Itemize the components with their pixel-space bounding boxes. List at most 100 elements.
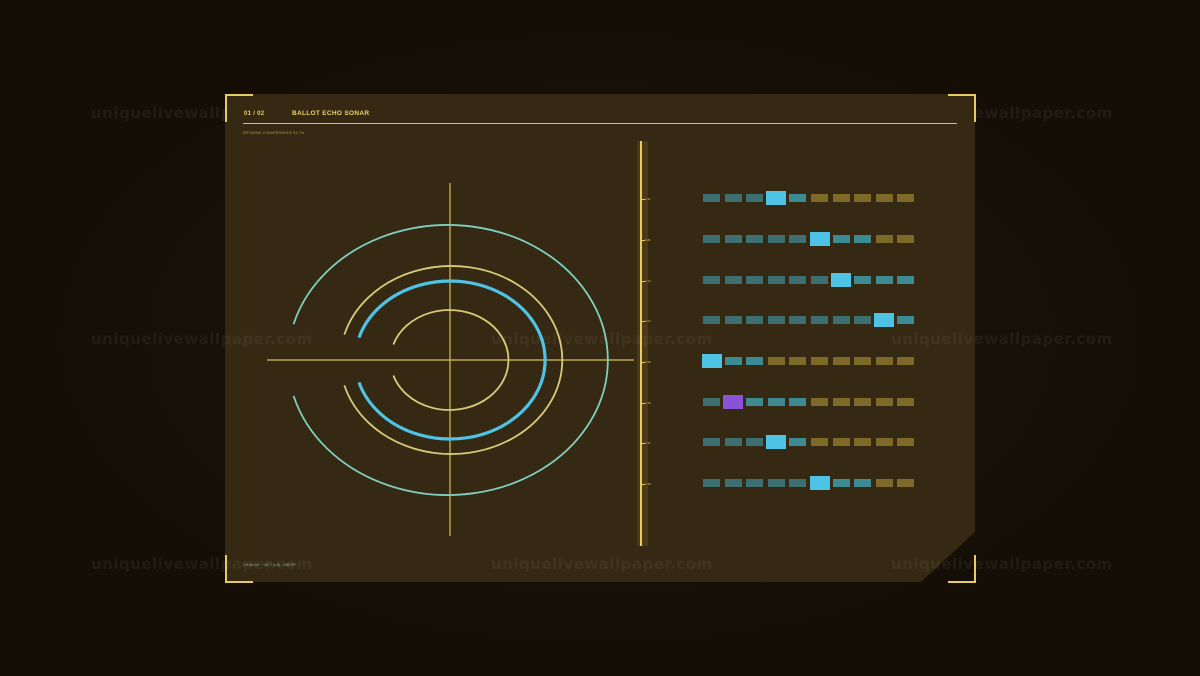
corner-bracket-bottom-left [225, 555, 253, 583]
echo-cell [789, 316, 807, 324]
echo-cell [789, 235, 807, 243]
echo-cell [875, 357, 893, 365]
echo-cell [811, 398, 828, 406]
echo-cell [746, 316, 764, 324]
scale-tick: 0.55 [642, 359, 654, 367]
scale-tick: 0.28 [642, 481, 654, 489]
echo-cell-active [874, 313, 895, 327]
echo-cell [832, 438, 850, 446]
echo-cell [746, 276, 764, 284]
echo-cell [724, 438, 742, 446]
echo-cell [767, 235, 785, 243]
scale-tick: 0.37 [642, 440, 654, 448]
echo-cell-active [766, 191, 787, 205]
scale-tick: 0.64 [642, 318, 654, 326]
echo-cell [854, 316, 872, 324]
corner-bracket-top-left [225, 94, 253, 122]
echo-cell [854, 235, 872, 243]
corner-bracket-top-right [948, 94, 976, 122]
echo-cell [897, 479, 915, 487]
echo-cell [832, 235, 850, 243]
echo-cell [897, 438, 915, 446]
echo-cell [767, 276, 785, 284]
footer-label: CHAN-04 · TACTICAL SWEEP [243, 563, 296, 567]
header-divider [243, 123, 957, 124]
scale-tick: 0.91 [642, 196, 654, 204]
echo-cell [703, 438, 720, 446]
corner-bracket-bottom-right [948, 555, 976, 583]
echo-cell [854, 438, 872, 446]
echo-cell [746, 235, 764, 243]
echo-cell [703, 398, 720, 406]
echo-bar-row [700, 232, 920, 246]
echo-cell-active [701, 354, 722, 368]
echo-cell [703, 276, 720, 284]
echo-bar-row [700, 273, 920, 287]
echo-cell-active [809, 476, 830, 490]
echo-bar-row [700, 313, 920, 327]
echo-bar-row [700, 395, 920, 409]
echo-cell [832, 479, 850, 487]
echo-cell [724, 316, 742, 324]
echo-cell [789, 276, 807, 284]
echo-cell-active [766, 435, 787, 449]
echo-cell [811, 438, 828, 446]
echo-cell [767, 479, 785, 487]
echo-cell [854, 194, 872, 202]
echo-cell [811, 276, 828, 284]
echo-cell-active [723, 395, 744, 409]
echo-cell [854, 398, 872, 406]
scale-tick-label: 0.37 [645, 441, 651, 445]
sonar-screen: uniquelivewallpaper.com uniquelivewallpa… [0, 0, 1200, 676]
panel-index: 01 / 02 [244, 111, 265, 117]
echo-cell [767, 316, 785, 324]
echo-cell [832, 357, 850, 365]
echo-cell [703, 194, 720, 202]
scale-tick: 0.82 [642, 237, 654, 245]
echo-bar-grid [700, 190, 920, 500]
echo-bar-row [700, 191, 920, 205]
echo-cell [746, 398, 764, 406]
scale-tick-label: 0.73 [645, 279, 651, 283]
scale-tick-label: 0.46 [645, 401, 651, 405]
echo-bar-row [700, 354, 920, 368]
echo-cell [897, 276, 915, 284]
echo-cell [767, 398, 785, 406]
echo-cell [746, 357, 764, 365]
echo-bar-row [700, 476, 920, 490]
echo-cell [897, 357, 915, 365]
echo-cell [897, 194, 915, 202]
echo-cell [897, 235, 915, 243]
echo-cell [789, 194, 807, 202]
scale-tick: 0.46 [642, 400, 654, 408]
echo-cell [789, 479, 807, 487]
scale-tick-label: 0.91 [645, 197, 651, 201]
panel-title: BALLOT ECHO SONAR [292, 110, 370, 117]
echo-cell [854, 276, 872, 284]
echo-cell [724, 194, 742, 202]
echo-cell [832, 316, 850, 324]
echo-cell [724, 276, 742, 284]
echo-cell [789, 438, 807, 446]
echo-cell [875, 276, 893, 284]
echo-cell [724, 357, 742, 365]
scale-tick-label: 0.55 [645, 360, 651, 364]
echo-cell [897, 398, 915, 406]
echo-cell [875, 398, 893, 406]
echo-cell-active [809, 232, 830, 246]
echo-cell [875, 479, 893, 487]
echo-cell [811, 357, 828, 365]
echo-cell [703, 235, 720, 243]
echo-cell [746, 438, 764, 446]
echo-cell [854, 479, 872, 487]
echo-cell [746, 479, 764, 487]
echo-cell [746, 194, 764, 202]
scale-tick: 0.73 [642, 278, 654, 286]
echo-cell [789, 357, 807, 365]
scale-tick-label: 0.82 [645, 238, 651, 242]
echo-cell [897, 316, 915, 324]
panel-subtitle: RETURNS CONVERGENCE 94.7% [243, 131, 305, 135]
echo-cell [811, 316, 828, 324]
echo-cell-active [831, 273, 852, 287]
echo-cell [811, 194, 828, 202]
